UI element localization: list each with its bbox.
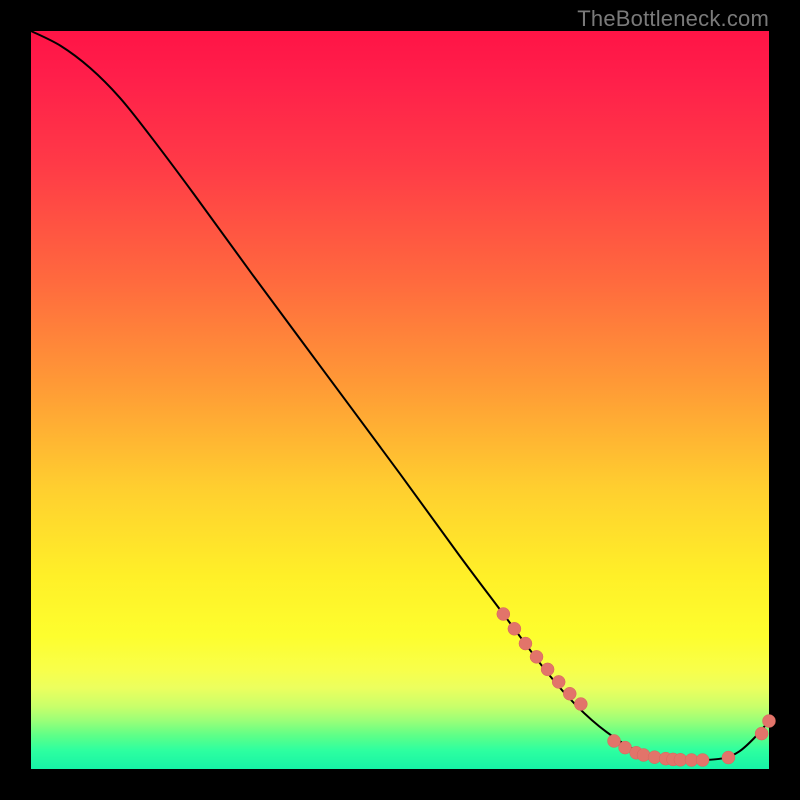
data-point bbox=[574, 698, 587, 711]
chart-stage: TheBottleneck.com bbox=[0, 0, 800, 800]
data-point bbox=[637, 748, 650, 761]
watermark-text: TheBottleneck.com bbox=[577, 6, 769, 32]
data-point bbox=[508, 622, 521, 635]
data-point bbox=[519, 637, 532, 650]
data-point bbox=[608, 734, 621, 747]
data-point bbox=[696, 754, 709, 767]
data-point bbox=[530, 650, 543, 663]
chart-svg bbox=[31, 31, 769, 769]
bottleneck-curve-line bbox=[31, 31, 769, 760]
data-point bbox=[563, 687, 576, 700]
data-point bbox=[722, 751, 735, 764]
highlighted-points-group bbox=[497, 608, 776, 767]
data-point bbox=[541, 663, 554, 676]
data-point bbox=[763, 715, 776, 728]
plot-area bbox=[31, 31, 769, 769]
data-point bbox=[755, 727, 768, 740]
data-point bbox=[497, 608, 510, 621]
data-point bbox=[552, 675, 565, 688]
